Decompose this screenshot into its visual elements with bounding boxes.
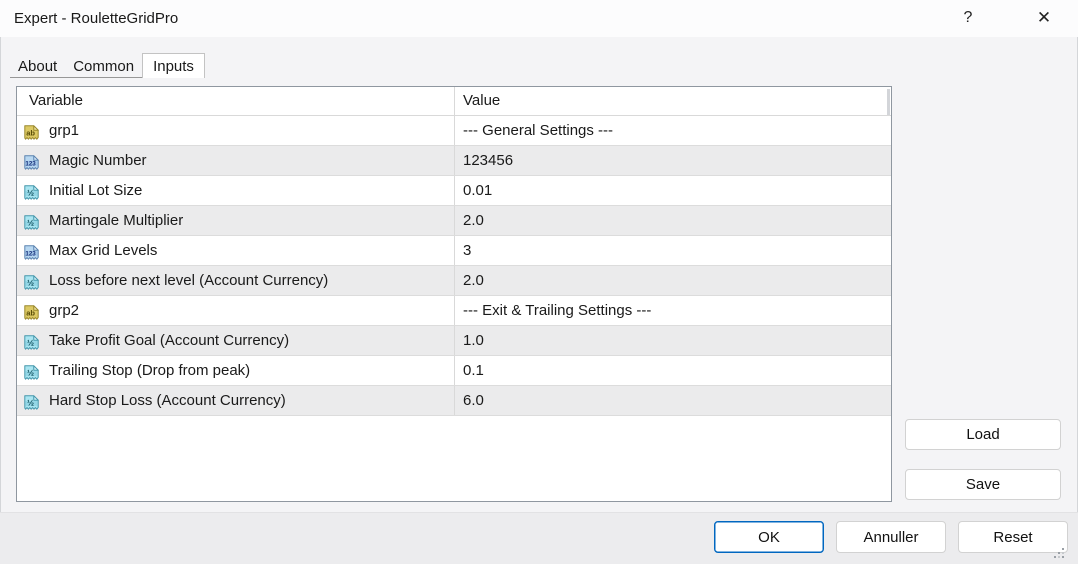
table-row[interactable]: ½ Hard Stop Loss (Account Currency) 6.0 — [17, 386, 891, 416]
double-param-icon: ½ — [23, 392, 40, 409]
table-row[interactable]: ab grp2 --- Exit & Trailing Settings --- — [17, 296, 891, 326]
table-row[interactable]: 123 Max Grid Levels 3 — [17, 236, 891, 266]
variable-value[interactable]: --- Exit & Trailing Settings --- — [454, 296, 891, 325]
svg-text:½: ½ — [27, 368, 34, 378]
table-body: ab grp1 --- General Settings --- 123 Magic N… — [17, 116, 891, 416]
help-button[interactable]: ? — [950, 0, 986, 36]
variable-value[interactable]: 123456 — [454, 146, 891, 175]
double-param-icon: ½ — [23, 362, 40, 379]
table-row[interactable]: ½ Initial Lot Size 0.01 — [17, 176, 891, 206]
integer-param-icon: 123 — [23, 152, 40, 169]
reset-button[interactable]: Reset — [958, 521, 1068, 553]
load-button[interactable]: Load — [905, 419, 1061, 450]
variable-cell: ½ Loss before next level (Account Currenc… — [17, 266, 454, 295]
variable-name: grp2 — [49, 296, 79, 325]
variable-cell: ½ Hard Stop Loss (Account Currency) — [17, 386, 454, 415]
variable-cell: ½ Trailing Stop (Drop from peak) — [17, 356, 454, 385]
double-param-icon: ½ — [23, 332, 40, 349]
ok-button[interactable]: OK — [714, 521, 824, 553]
variable-value[interactable]: --- General Settings --- — [454, 116, 891, 145]
table-header: Variable Value — [17, 87, 891, 116]
svg-text:123: 123 — [25, 251, 36, 258]
svg-text:123: 123 — [25, 161, 36, 168]
table-scrollbar-thumb[interactable] — [887, 89, 890, 115]
text-param-icon: ab — [23, 122, 40, 139]
variable-cell: ab grp2 — [17, 296, 454, 325]
svg-text:½: ½ — [27, 338, 34, 348]
integer-param-icon: 123 — [23, 242, 40, 259]
expert-settings-dialog: Expert - RouletteGridPro ? ✕ About Commo… — [0, 0, 1078, 564]
variable-cell: 123 Max Grid Levels — [17, 236, 454, 265]
column-header-value: Value — [454, 87, 891, 115]
variable-cell: ½ Martingale Multiplier — [17, 206, 454, 235]
resize-grip[interactable] — [1062, 548, 1064, 550]
cancel-button[interactable]: Annuller — [836, 521, 946, 553]
svg-text:ab: ab — [26, 129, 35, 138]
text-param-icon: ab — [23, 302, 40, 319]
variable-value[interactable]: 6.0 — [454, 386, 891, 415]
variable-name: Initial Lot Size — [49, 176, 142, 205]
variable-cell: ½ Take Profit Goal (Account Currency) — [17, 326, 454, 355]
double-param-icon: ½ — [23, 182, 40, 199]
variable-name: Hard Stop Loss (Account Currency) — [49, 386, 286, 415]
svg-text:ab: ab — [26, 309, 35, 318]
variable-cell: 123 Magic Number — [17, 146, 454, 175]
svg-text:½: ½ — [27, 278, 34, 288]
table-row[interactable]: 123 Magic Number 123456 — [17, 146, 891, 176]
table-row[interactable]: ½ Loss before next level (Account Currenc… — [17, 266, 891, 296]
variable-name: Magic Number — [49, 146, 147, 175]
variable-cell: ½ Initial Lot Size — [17, 176, 454, 205]
table-row[interactable]: ab grp1 --- General Settings --- — [17, 116, 891, 146]
variable-name: Martingale Multiplier — [49, 206, 183, 235]
table-row[interactable]: ½ Take Profit Goal (Account Currency) 1.0 — [17, 326, 891, 356]
double-param-icon: ½ — [23, 272, 40, 289]
variable-name: Max Grid Levels — [49, 236, 157, 265]
variable-value[interactable]: 0.1 — [454, 356, 891, 385]
inputs-table: Variable Value ab grp1 --- General Setting… — [16, 86, 892, 502]
tab-common[interactable]: Common — [65, 55, 142, 78]
table-row[interactable]: ½ Martingale Multiplier 2.0 — [17, 206, 891, 236]
svg-text:½: ½ — [27, 188, 34, 198]
variable-value[interactable]: 0.01 — [454, 176, 891, 205]
variable-name: grp1 — [49, 116, 79, 145]
window-title: Expert - RouletteGridPro — [14, 0, 178, 37]
table-row[interactable]: ½ Trailing Stop (Drop from peak) 0.1 — [17, 356, 891, 386]
variable-value[interactable]: 1.0 — [454, 326, 891, 355]
variable-value[interactable]: 3 — [454, 236, 891, 265]
svg-text:½: ½ — [27, 398, 34, 408]
column-header-variable: Variable — [17, 87, 454, 115]
variable-cell: ab grp1 — [17, 116, 454, 145]
double-param-icon: ½ — [23, 212, 40, 229]
close-button[interactable]: ✕ — [1026, 0, 1062, 36]
save-button[interactable]: Save — [905, 469, 1061, 500]
variable-name: Take Profit Goal (Account Currency) — [49, 326, 289, 355]
tab-inputs[interactable]: Inputs — [142, 53, 205, 78]
tab-bar: About Common Inputs — [10, 53, 205, 78]
variable-name: Loss before next level (Account Currency… — [49, 266, 328, 295]
svg-text:½: ½ — [27, 218, 34, 228]
variable-value[interactable]: 2.0 — [454, 206, 891, 235]
variable-value[interactable]: 2.0 — [454, 266, 891, 295]
tab-about[interactable]: About — [10, 55, 65, 78]
variable-name: Trailing Stop (Drop from peak) — [49, 356, 250, 385]
title-bar: Expert - RouletteGridPro ? ✕ — [0, 0, 1078, 37]
